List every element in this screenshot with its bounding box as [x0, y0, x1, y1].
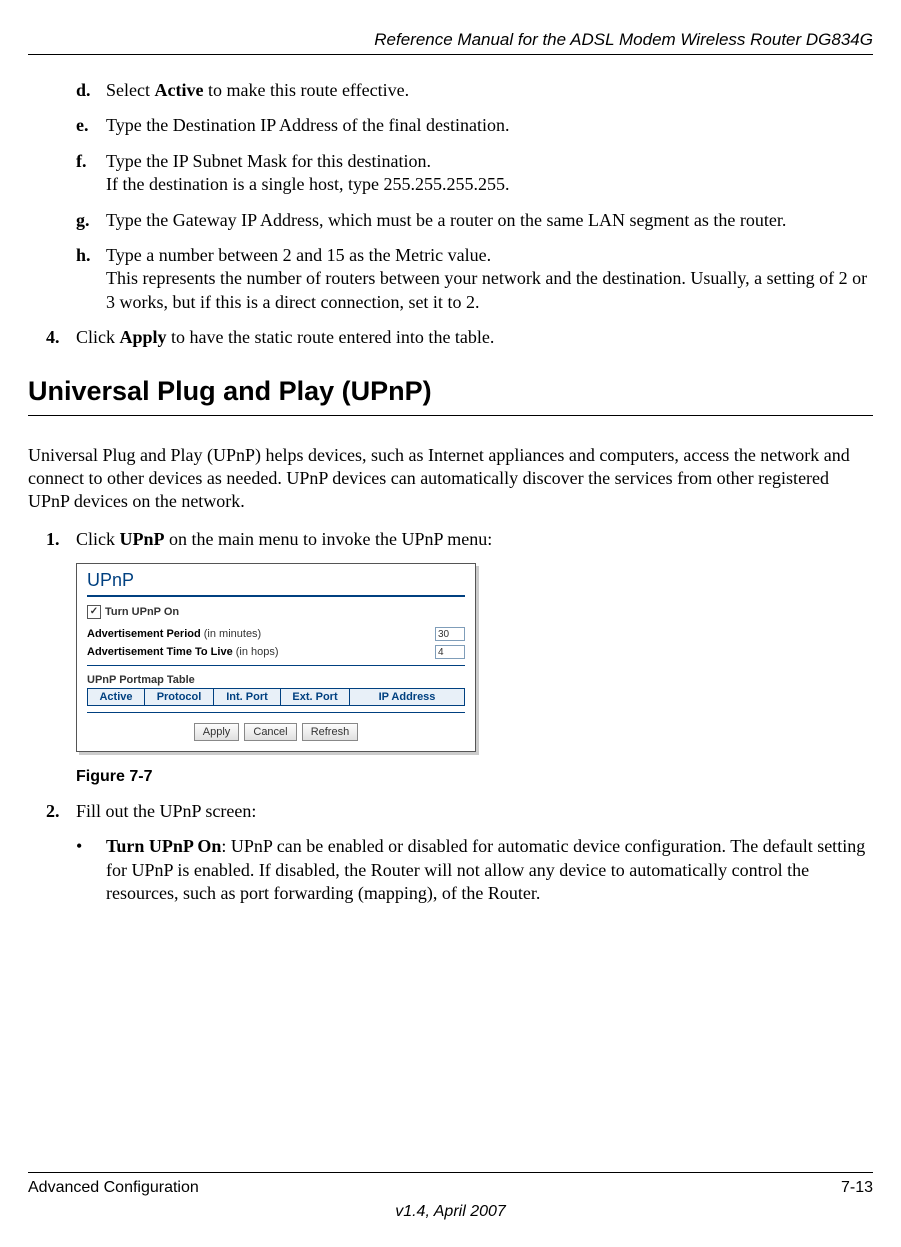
figure-caption: Figure 7-7: [76, 768, 873, 786]
step-marker: 1.: [46, 528, 76, 551]
step-marker: e.: [76, 114, 106, 137]
step-1: 1. Click UPnP on the main menu to invoke…: [46, 528, 873, 551]
col-ip-address: IP Address: [350, 689, 464, 705]
step-marker: 2.: [46, 800, 76, 823]
text-bold: Active: [154, 80, 203, 100]
step-text: Type a number between 2 and 15 as the Me…: [106, 244, 873, 314]
footer-left: Advanced Configuration: [28, 1179, 199, 1197]
footer-rule: [28, 1172, 873, 1173]
footer-page-number: 7-13: [841, 1179, 873, 1197]
step-marker: h.: [76, 244, 106, 314]
cancel-button[interactable]: Cancel: [244, 723, 296, 741]
text-fragment: (in hops): [233, 646, 279, 658]
step-marker: 4.: [46, 326, 76, 349]
step-2: 2. Fill out the UPnP screen:: [46, 800, 873, 823]
step-g: g. Type the Gateway IP Address, which mu…: [76, 209, 873, 232]
bullet-turn-upnp-on: • Turn UPnP On: UPnP can be enabled or d…: [76, 835, 873, 905]
adv-period-input[interactable]: 30: [435, 627, 465, 641]
step-f: f. Type the IP Subnet Mask for this dest…: [76, 150, 873, 197]
text-fragment: Click: [76, 327, 120, 347]
text-fragment: to have the static route entered into th…: [167, 327, 495, 347]
step-text: Fill out the UPnP screen:: [76, 800, 256, 823]
text-bold: Apply: [120, 327, 167, 347]
text-fragment: Select: [106, 80, 154, 100]
bullet-text: Turn UPnP On: UPnP can be enabled or dis…: [106, 835, 873, 905]
heading-rule: [28, 415, 873, 416]
running-header: Reference Manual for the ADSL Modem Wire…: [28, 30, 873, 54]
col-int-port: Int. Port: [214, 689, 281, 705]
upnp-screenshot: UPnP ✓ Turn UPnP On Advertisement Period…: [76, 563, 476, 752]
step-e: e. Type the Destination IP Address of th…: [76, 114, 873, 137]
step-h: h. Type a number between 2 and 15 as the…: [76, 244, 873, 314]
step-text: Type the Gateway IP Address, which must …: [106, 209, 786, 232]
adv-ttl-input[interactable]: 4: [435, 645, 465, 659]
intro-paragraph: Universal Plug and Play (UPnP) helps dev…: [28, 444, 873, 514]
portmap-heading: UPnP Portmap Table: [87, 674, 465, 686]
portmap-table-header: Active Protocol Int. Port Ext. Port IP A…: [87, 688, 465, 706]
col-protocol: Protocol: [145, 689, 214, 705]
col-ext-port: Ext. Port: [281, 689, 350, 705]
text-fragment: to make this route effective.: [203, 80, 409, 100]
footer-version: v1.4, April 2007: [28, 1203, 873, 1221]
fig-rule: [87, 665, 465, 666]
text-bold: UPnP: [120, 529, 165, 549]
step-text: Click Apply to have the static route ent…: [76, 326, 494, 349]
step-text: Select Active to make this route effecti…: [106, 79, 409, 102]
page-footer: Advanced Configuration 7-13 v1.4, April …: [28, 1172, 873, 1221]
step-text: Type the Destination IP Address of the f…: [106, 114, 510, 137]
text-fragment: (in minutes): [201, 628, 262, 640]
fig-rule: [87, 595, 465, 597]
text-fragment: on the main menu to invoke the UPnP menu…: [165, 529, 493, 549]
refresh-button[interactable]: Refresh: [302, 723, 359, 741]
step-4: 4. Click Apply to have the static route …: [46, 326, 873, 349]
turn-upnp-on-row: ✓ Turn UPnP On: [87, 605, 465, 619]
text-bold: Advertisement Period: [87, 628, 201, 640]
turn-upnp-label: Turn UPnP On: [105, 606, 179, 618]
adv-period-label: Advertisement Period (in minutes): [87, 628, 435, 640]
text-bold: Advertisement Time To Live: [87, 646, 233, 658]
fig-button-row: Apply Cancel Refresh: [87, 723, 465, 741]
bullet-marker: •: [76, 835, 106, 905]
text-bold: Turn UPnP On: [106, 836, 221, 856]
apply-button[interactable]: Apply: [194, 723, 240, 741]
step-d: d. Select Active to make this route effe…: [76, 79, 873, 102]
fig-rule: [87, 712, 465, 713]
step-marker: d.: [76, 79, 106, 102]
turn-upnp-checkbox[interactable]: ✓: [87, 605, 101, 619]
step-text: Click UPnP on the main menu to invoke th…: [76, 528, 492, 551]
text-fragment: Click: [76, 529, 120, 549]
adv-ttl-row: Advertisement Time To Live (in hops) 4: [87, 645, 465, 659]
step-text: Type the IP Subnet Mask for this destina…: [106, 150, 509, 197]
step-marker: g.: [76, 209, 106, 232]
adv-ttl-label: Advertisement Time To Live (in hops): [87, 646, 435, 658]
upnp-panel-title: UPnP: [87, 570, 465, 591]
col-active: Active: [88, 689, 145, 705]
figure-container: UPnP ✓ Turn UPnP On Advertisement Period…: [76, 563, 873, 752]
step-marker: f.: [76, 150, 106, 197]
section-heading: Universal Plug and Play (UPnP): [28, 376, 873, 407]
adv-period-row: Advertisement Period (in minutes) 30: [87, 627, 465, 641]
